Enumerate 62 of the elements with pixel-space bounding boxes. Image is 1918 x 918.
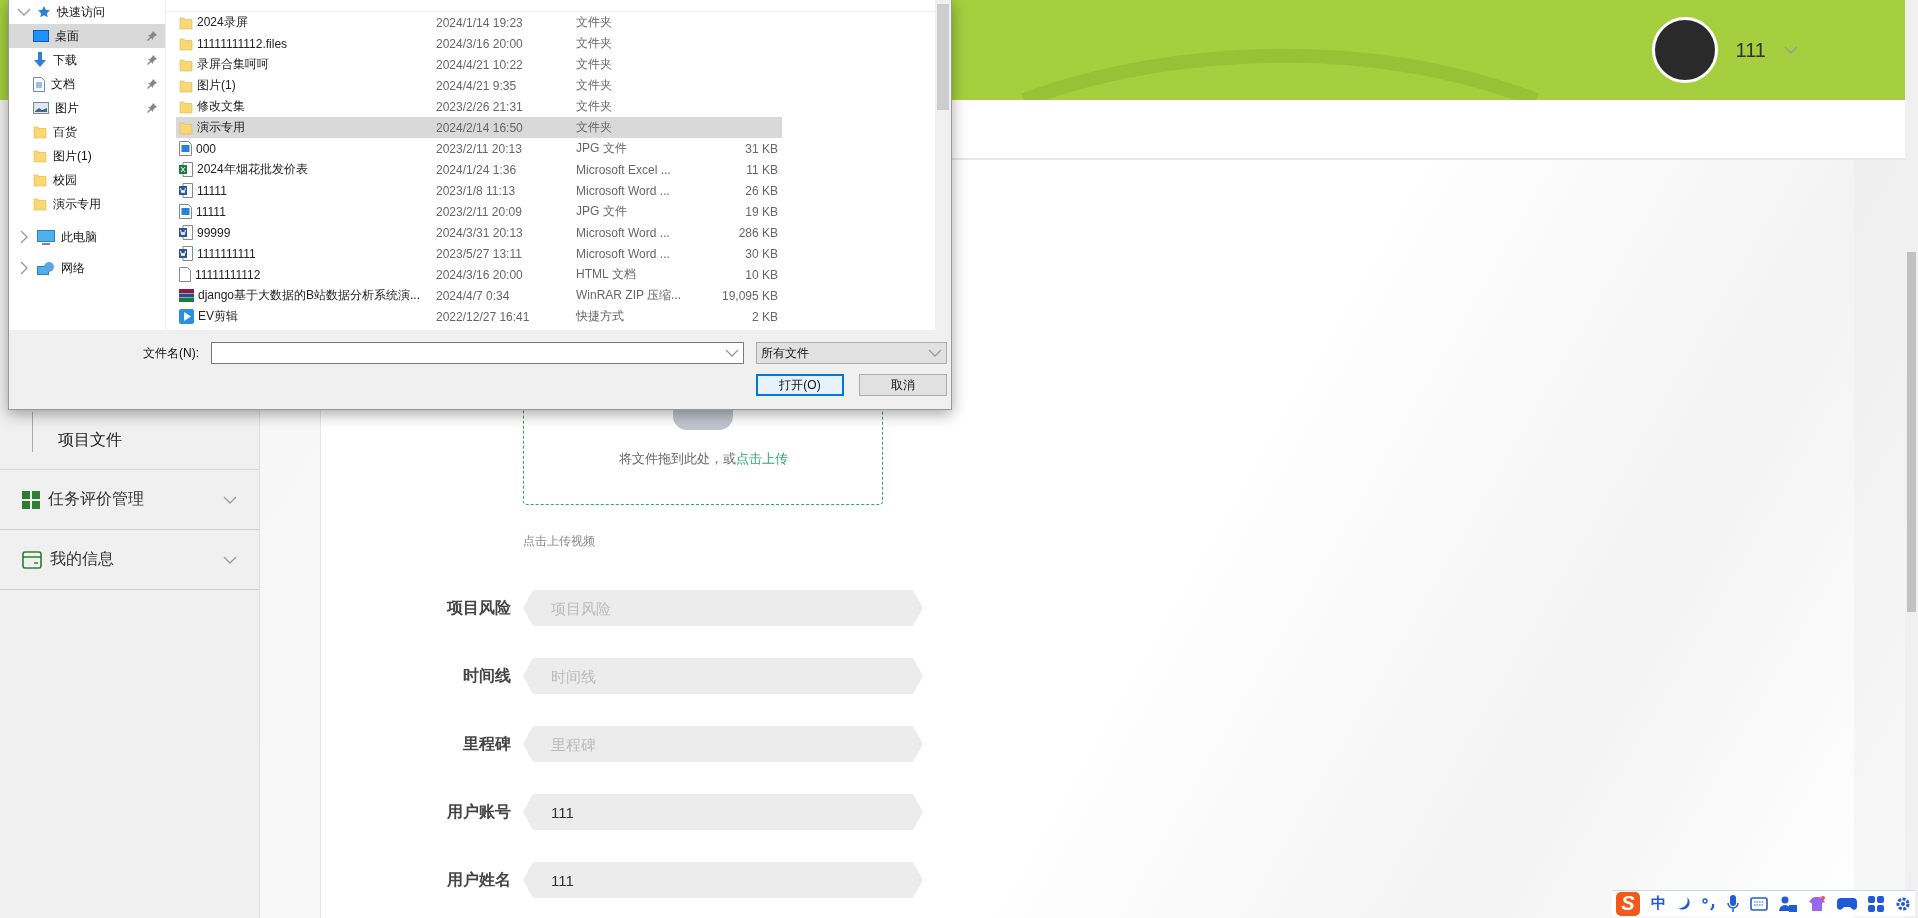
file-name: 演示专用 xyxy=(197,119,245,136)
file-date: 2024/3/31 20:13 xyxy=(436,225,524,240)
file-name: 99999 xyxy=(197,225,231,240)
file-size: 19,095 KB xyxy=(720,288,778,303)
field-label: 项目风险 xyxy=(445,597,511,618)
file-name: django基于大数据的B站数据分析系统演... xyxy=(198,287,421,304)
file-size: 11 KB xyxy=(745,162,778,177)
file-type: 文件夹 xyxy=(576,119,613,136)
file-date: 2023/2/26 21:31 xyxy=(436,99,524,114)
file-size: 286 KB xyxy=(737,225,778,240)
file-name: 1111111111 xyxy=(197,246,256,261)
file-name: 000 xyxy=(196,141,217,156)
file-type: JPG 文件 xyxy=(576,203,628,220)
file-date: 2024/4/21 9:35 xyxy=(436,78,518,93)
file-date: 2024/4/21 10:22 xyxy=(436,57,524,72)
file-size: 19 KB xyxy=(744,204,778,219)
file-type: 文件夹 xyxy=(576,56,613,73)
file-type: Microsoft Word ... xyxy=(576,246,671,261)
file-type: Microsoft Word ... xyxy=(576,183,671,198)
file-size: 30 KB xyxy=(744,246,778,261)
file-date: 2023/2/11 20:13 xyxy=(436,141,523,156)
upload-caption: 点击上传视频 xyxy=(523,533,596,550)
file-type: 文件夹 xyxy=(576,77,613,94)
file-name: 11111 xyxy=(196,204,226,219)
file-name: 11111111112.files xyxy=(197,36,288,51)
file-type: 快捷方式 xyxy=(576,308,625,325)
file-date: 2024/3/16 20:00 xyxy=(436,267,524,282)
file-date: 2024/2/14 16:50 xyxy=(436,120,524,135)
field-label: 时间线 xyxy=(462,665,511,686)
file-type: WinRAR ZIP 压缩... xyxy=(576,287,683,304)
file-name: 图片(1) xyxy=(197,77,236,94)
file-name: 录屏合集呵呵 xyxy=(197,56,269,73)
file-name: 11111111112 xyxy=(195,267,261,282)
file-date: 2024/1/24 1:36 xyxy=(436,162,518,177)
file-size: 10 KB xyxy=(744,267,778,282)
file-name: EV剪辑 xyxy=(198,308,238,325)
field-label: 用户账号 xyxy=(446,801,511,822)
file-type: Microsoft Excel ... xyxy=(576,162,672,177)
file-size: 31 KB xyxy=(744,141,778,156)
file-type: Microsoft Word ... xyxy=(576,225,671,240)
file-size: 2 KB xyxy=(751,309,778,324)
file-name: 2024录屏 xyxy=(197,14,248,31)
file-date: 2024/1/14 19:23 xyxy=(436,15,524,30)
file-date: 2023/5/27 13:11 xyxy=(436,246,523,261)
file-date: 2024/4/7 0:34 xyxy=(436,288,511,303)
file-type: 文件夹 xyxy=(576,35,613,52)
file-type: 文件夹 xyxy=(576,98,613,115)
file-name: 修改文集 xyxy=(197,98,245,115)
file-size: 26 KB xyxy=(744,183,778,198)
file-date: 2024/3/16 20:00 xyxy=(436,36,524,51)
filename-label: 文件名(N): xyxy=(142,344,199,362)
field-label: 里程碑 xyxy=(462,733,511,754)
file-type: 文件夹 xyxy=(576,14,613,31)
file-name: 2024年烟花批发价表 xyxy=(197,161,308,178)
file-date: 2023/1/8 11:13 xyxy=(436,183,517,198)
file-name: 11111 xyxy=(197,183,227,198)
file-date: 2023/2/11 20:09 xyxy=(436,204,523,219)
upload-hint: 将文件拖到此处，或点击上传 xyxy=(618,450,788,468)
file-type: HTML 文档 xyxy=(576,266,637,283)
file-type: JPG 文件 xyxy=(576,140,628,157)
field-label: 用户姓名 xyxy=(446,869,511,890)
file-date: 2022/12/27 16:41 xyxy=(436,309,531,324)
